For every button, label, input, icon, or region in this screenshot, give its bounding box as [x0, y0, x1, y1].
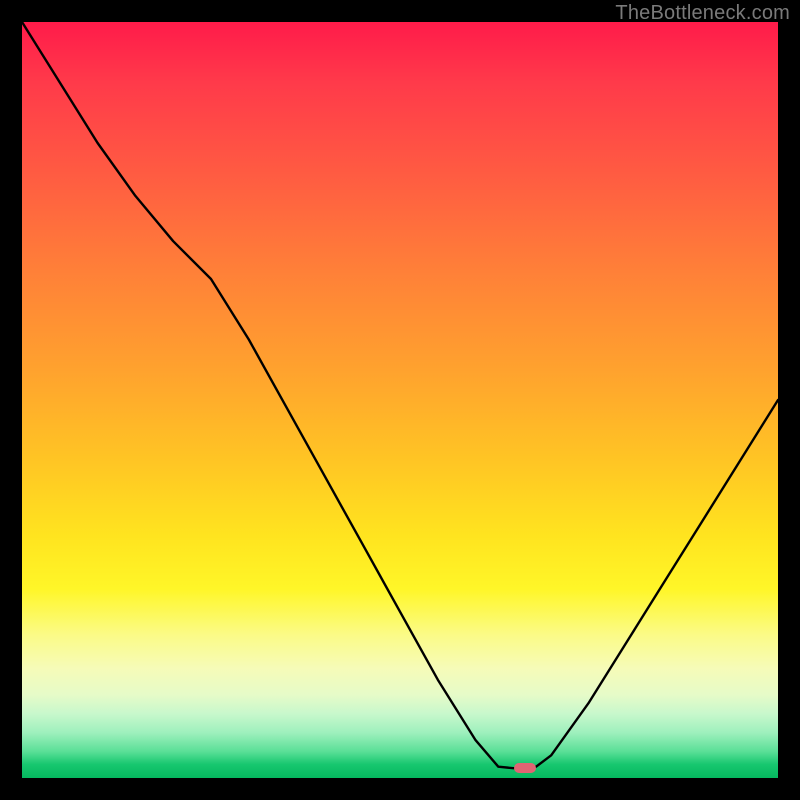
bottleneck-curve [22, 22, 778, 778]
watermark-text: TheBottleneck.com [615, 2, 790, 25]
optimum-marker [514, 763, 536, 773]
chart-container: TheBottleneck.com [0, 0, 800, 800]
plot-area [22, 22, 778, 778]
